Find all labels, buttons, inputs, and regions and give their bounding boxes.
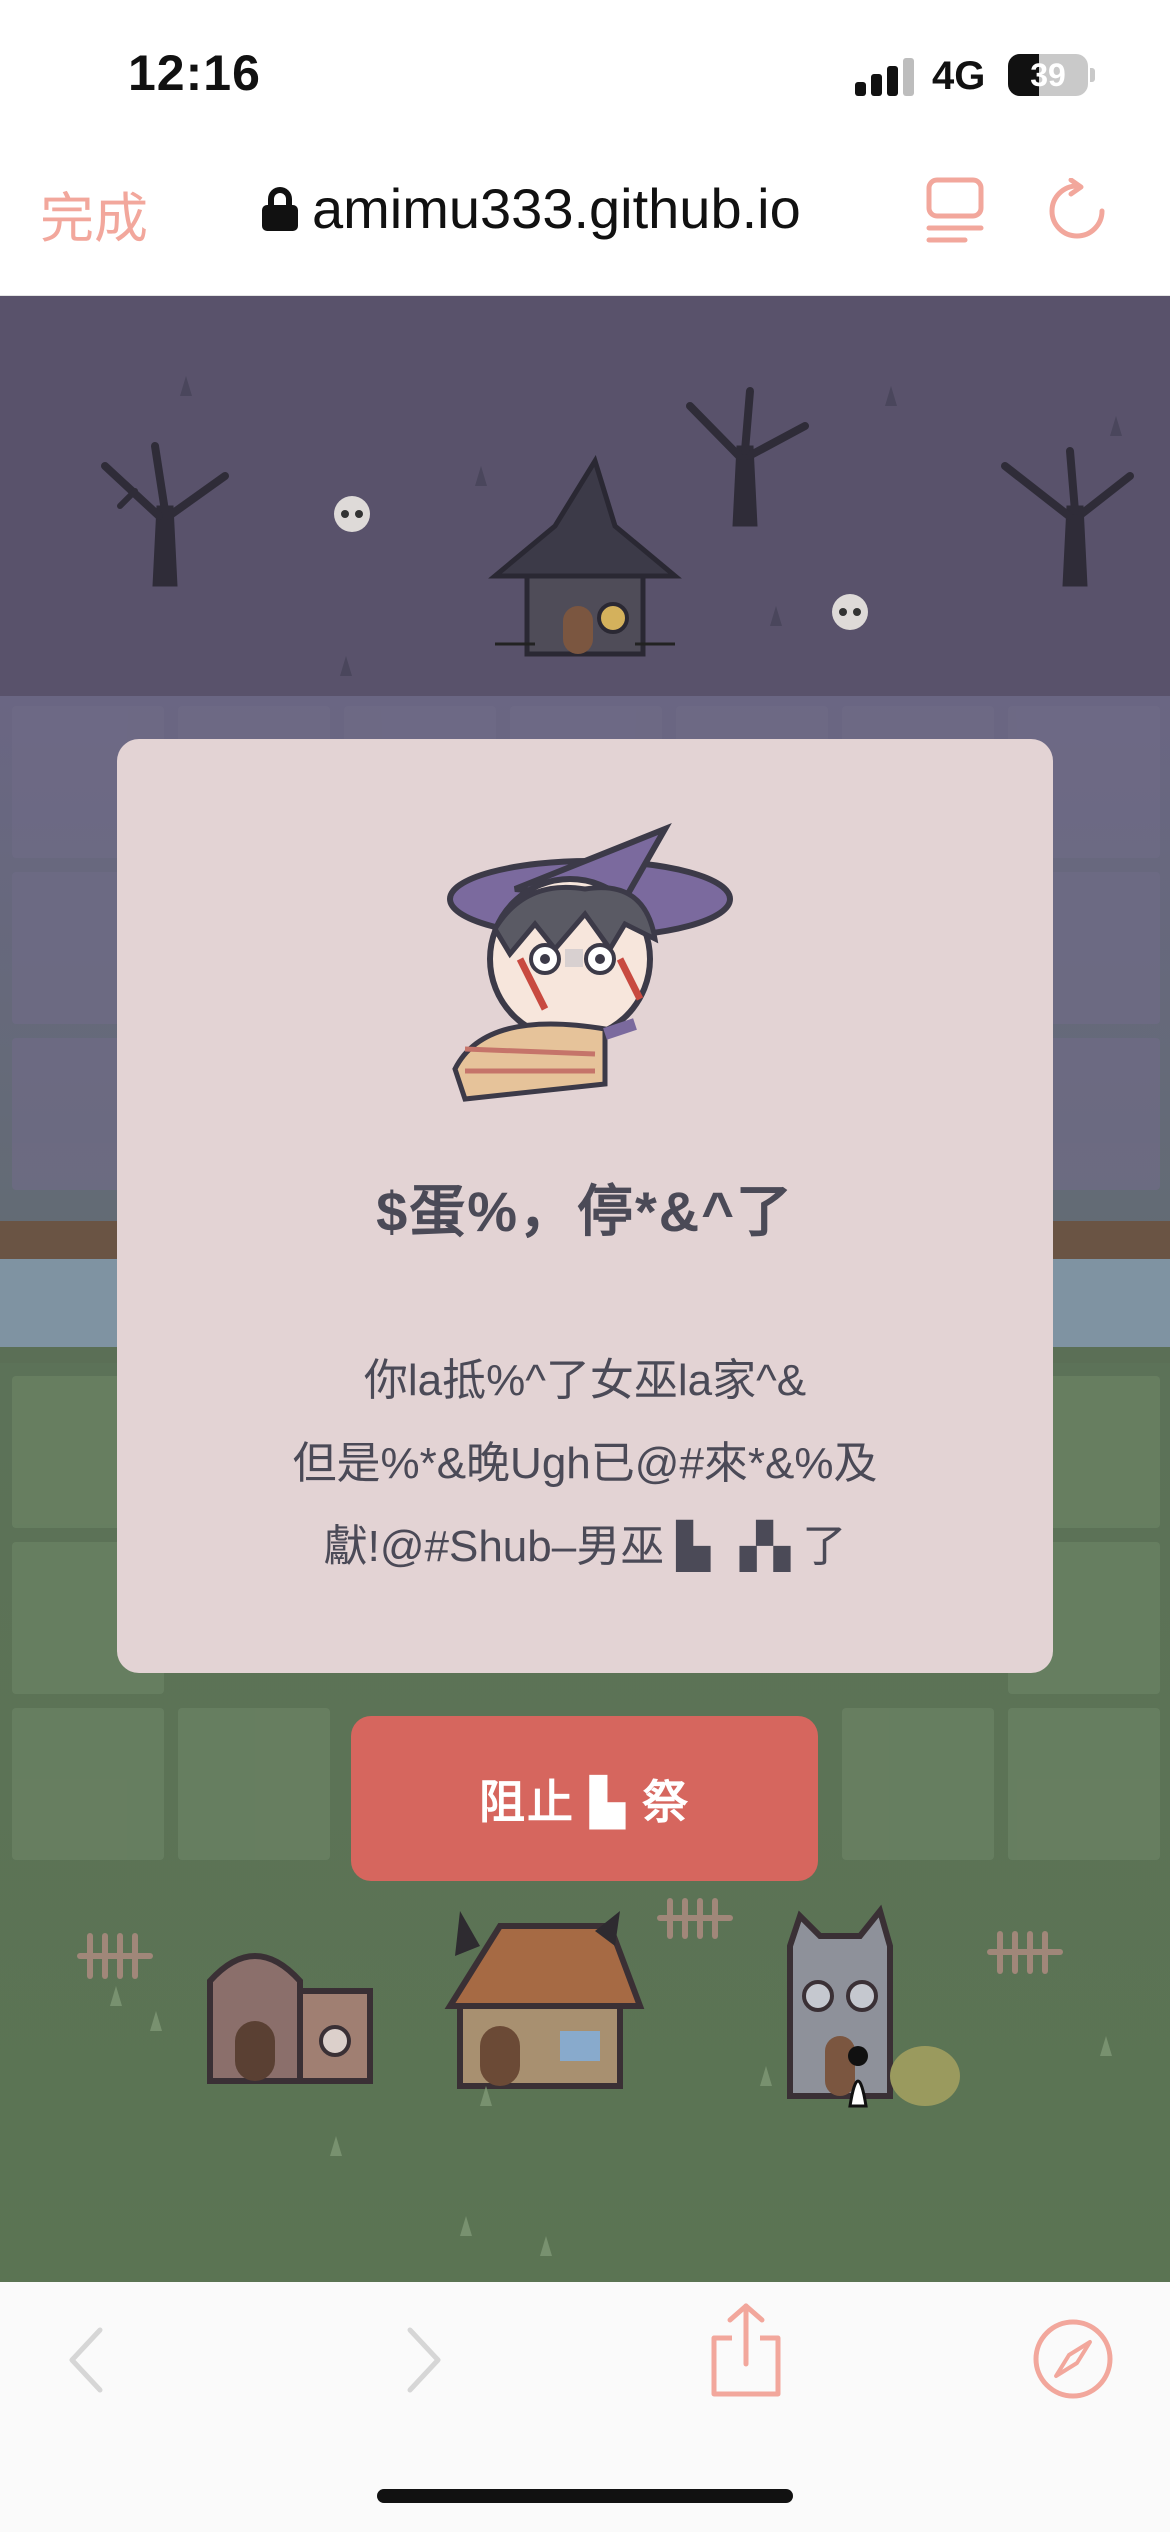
- battery-tip: [1090, 68, 1095, 82]
- status-bar: 12:16 4G 39: [0, 0, 1170, 150]
- cellular-signal-icon: [855, 58, 915, 96]
- witch-character-illustration: [425, 809, 745, 1109]
- url-text: amimu333.github.io: [312, 177, 801, 240]
- battery-icon: 39: [1008, 54, 1088, 96]
- done-button[interactable]: 完成: [40, 174, 148, 253]
- network-type: 4G: [932, 54, 986, 98]
- story-dialog: $蛋%，停*&^了 你la抵%^了女巫la家^& 但是%*&晚Ugh已@#來*&…: [117, 739, 1053, 1673]
- home-indicator: [377, 2489, 793, 2503]
- compass-icon[interactable]: [1032, 2318, 1114, 2400]
- dialog-line: 你la抵%^了女巫la家^&: [363, 1356, 807, 1405]
- reader-mode-icon[interactable]: [925, 176, 985, 246]
- url-display[interactable]: amimu333.github.io: [262, 176, 801, 241]
- dialog-line: 但是%*&晚Ugh已@#來*&%及: [292, 1439, 878, 1488]
- forward-icon[interactable]: [398, 2320, 448, 2400]
- reload-icon[interactable]: [1044, 177, 1110, 244]
- battery-level: 39: [1030, 57, 1066, 93]
- dialog-message: 你la抵%^了女巫la家^& 但是%*&晚Ugh已@#來*&%及 獻!@#Shu…: [117, 1339, 1053, 1588]
- stop-ritual-button[interactable]: 阻止 ▙ 祭: [351, 1716, 818, 1881]
- browser-address-bar: 完成 amimu333.github.io: [0, 150, 1170, 296]
- lock-icon: [262, 186, 298, 231]
- dialog-line: 獻!@#Shub–男巫 ▙ ▗▚ 了: [323, 1522, 847, 1571]
- share-icon[interactable]: [708, 2300, 784, 2400]
- back-icon[interactable]: [62, 2320, 112, 2400]
- dialog-title: $蛋%，停*&^了: [376, 1180, 794, 1243]
- status-time: 12:16: [128, 45, 261, 101]
